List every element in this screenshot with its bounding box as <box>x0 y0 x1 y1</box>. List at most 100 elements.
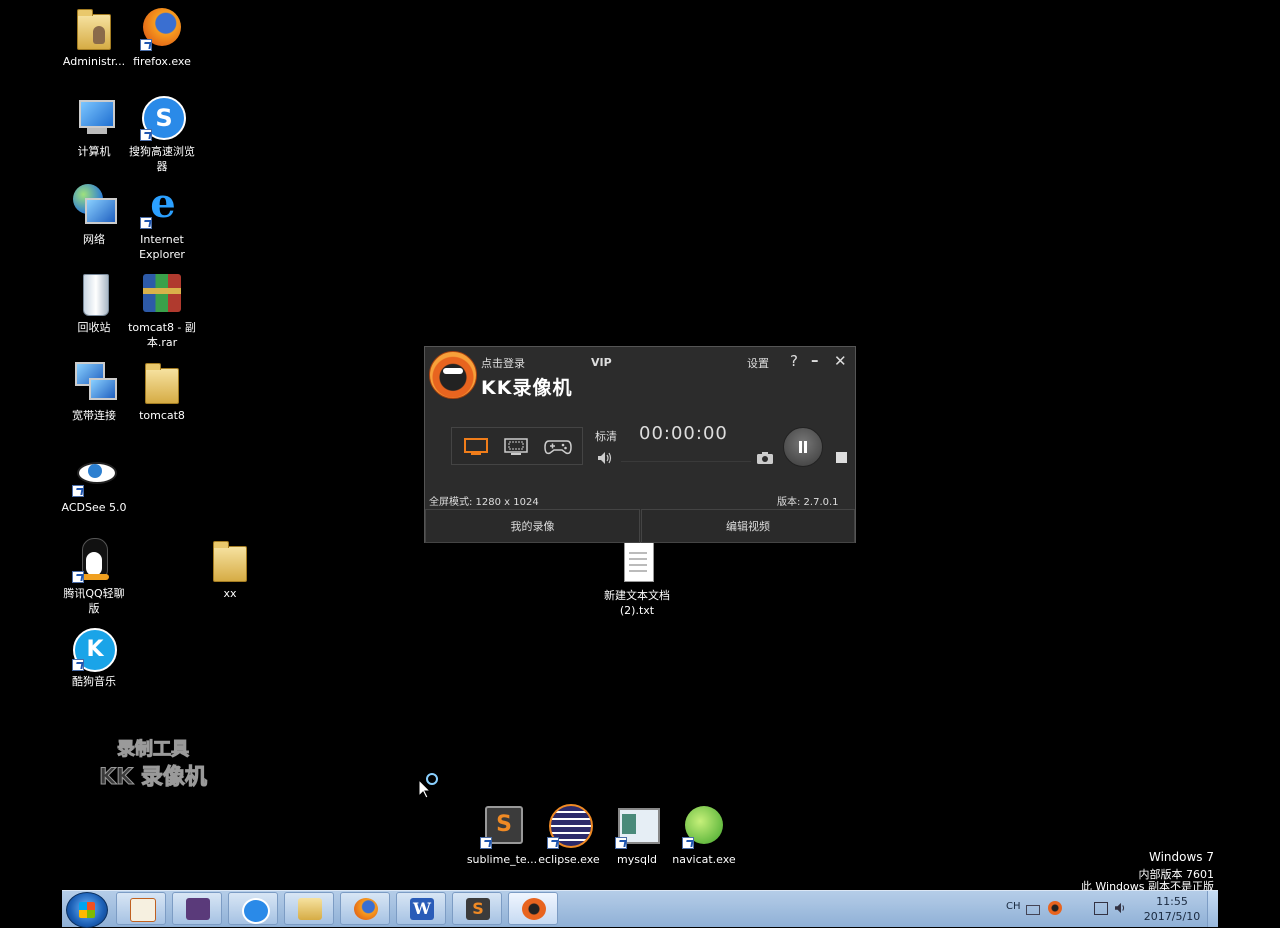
game-mode-icon[interactable] <box>544 438 572 456</box>
desktop-icon-qq[interactable]: 腾讯QQ轻聊版 <box>58 538 130 616</box>
taskbar-clock[interactable]: 11:55 2017/5/10 <box>1128 894 1216 924</box>
word-icon: W <box>410 898 434 920</box>
desktop-icon-label: 新建文本文档 (2).txt <box>604 589 670 617</box>
stop-button[interactable] <box>836 452 847 463</box>
taskbar-word[interactable]: W <box>396 892 446 925</box>
volume-tray-icon[interactable] <box>1114 902 1128 914</box>
desktop-icon-broadband[interactable]: 宽带连接 <box>58 360 130 423</box>
taskbar-explorer[interactable] <box>284 892 334 925</box>
text-file-icon <box>614 540 660 586</box>
sogou-browser-icon <box>242 898 270 924</box>
java-ee-ide-icon <box>186 898 210 920</box>
broadband-connection-icon <box>71 360 117 406</box>
eclipse-icon <box>546 804 593 850</box>
desktop-icon-label: xx <box>223 587 237 600</box>
acdsee-eye-icon <box>71 452 117 498</box>
desktop-icon-label: 宽带连接 <box>72 409 116 422</box>
timer-divider <box>621 461 751 462</box>
recording-mode-selector <box>451 427 583 465</box>
desktop-icon-firefox[interactable]: firefox.exe <box>126 6 198 69</box>
fullscreen-mode-info: 全屏模式: 1280 x 1024 <box>429 497 539 508</box>
desktop-icon-xx-folder[interactable]: xx <box>194 538 266 601</box>
minimize-button[interactable]: – <box>811 351 819 369</box>
winrar-archive-icon <box>139 272 185 318</box>
pause-button[interactable] <box>783 427 823 467</box>
screenshot-camera-icon[interactable] <box>756 451 774 465</box>
desktop-icon-tomcat8[interactable]: tomcat8 <box>126 360 198 423</box>
desktop-icon-acdsee[interactable]: ACDSee 5.0 <box>58 452 130 515</box>
desktop-icon-kugou[interactable]: K 酷狗音乐 <box>58 626 130 689</box>
navicat-icon <box>681 804 727 850</box>
taskbar-firefox[interactable] <box>340 892 390 925</box>
desktop-icon-label: 网络 <box>83 233 105 246</box>
kk-recorder-window[interactable]: 点击登录 VIP 设置 ? – ✕ KK录像机 标清 00:00:00 全屏模式… <box>424 346 856 543</box>
desktop-icon-ie[interactable]: e Internet Explorer <box>126 184 198 262</box>
desktop-icon-computer[interactable]: 计算机 <box>58 96 130 159</box>
shortcut-arrow-icon <box>480 837 492 849</box>
desktop-icon-sublime[interactable]: S sublime_te... <box>466 804 538 867</box>
taskbar-sogou[interactable] <box>228 892 278 925</box>
tray-language[interactable]: CH <box>1006 901 1021 912</box>
desktop-icon-sogou[interactable]: S 搜狗高速浏览器 <box>126 96 198 174</box>
desktop-icon-mysqld[interactable]: mysqld <box>601 804 673 867</box>
desktop-icon-label: Internet Explorer <box>139 233 185 261</box>
desktop-icon-administrator[interactable]: Administr... <box>58 6 130 69</box>
volume-icon[interactable] <box>597 451 613 465</box>
firefox-icon <box>139 6 185 52</box>
fullscreen-mode-icon[interactable] <box>464 438 488 456</box>
desktop-icon-eclipse[interactable]: eclipse.exe <box>533 804 605 867</box>
desktop-icon-recycle-bin[interactable]: 回收站 <box>58 272 130 335</box>
folder-icon <box>145 363 179 404</box>
desktop-icon-navicat[interactable]: navicat.exe <box>668 804 740 867</box>
sublime-text-icon: S <box>466 898 490 920</box>
mysqld-window-icon <box>614 804 660 850</box>
version-info: 版本: 2.7.0.1 <box>777 497 839 508</box>
my-recordings-button[interactable]: 我的录像 <box>425 509 640 543</box>
start-button[interactable] <box>66 892 108 928</box>
taskbar-kk-recorder[interactable] <box>508 892 558 925</box>
desktop-icon-label: tomcat8 - 副本.rar <box>128 321 196 349</box>
network-tray-icon[interactable] <box>1094 902 1108 915</box>
desktop-icon-label: firefox.exe <box>133 55 191 68</box>
close-button[interactable]: ✕ <box>834 352 847 370</box>
sogou-browser-icon: S <box>139 96 186 142</box>
taskbar-sublime[interactable]: S <box>452 892 502 925</box>
shortcut-arrow-icon <box>140 39 152 51</box>
edit-video-button[interactable]: 编辑视频 <box>641 509 855 543</box>
folder-icon <box>213 541 247 582</box>
taskbar-java-ee-ide[interactable] <box>172 892 222 925</box>
desktop-icon-label: Administr... <box>62 55 126 68</box>
kk-logo-icon <box>522 898 546 920</box>
desktop-icon-label: 酷狗音乐 <box>72 675 116 688</box>
settings-button[interactable]: 设置 <box>747 355 769 371</box>
desktop-icon-network[interactable]: 网络 <box>58 184 130 247</box>
shortcut-arrow-icon <box>72 485 84 497</box>
help-button[interactable]: ? <box>790 352 798 370</box>
desktop-icon-label: navicat.exe <box>672 853 736 866</box>
desktop-icon-text-file[interactable]: 新建文本文档 (2).txt <box>601 540 673 618</box>
shortcut-arrow-icon <box>547 837 559 849</box>
vip-badge[interactable]: VIP <box>591 356 612 369</box>
app-title: KK录像机 <box>481 377 573 399</box>
windows-version-text: Windows 7 <box>1148 850 1214 864</box>
taskbar-java[interactable] <box>116 892 166 925</box>
login-link[interactable]: 点击登录 <box>481 355 525 371</box>
clock-date: 2017/5/10 <box>1143 910 1201 923</box>
watermark-line1: 录制工具 <box>117 739 190 761</box>
kk-tray-icon[interactable] <box>1048 901 1062 915</box>
show-desktop-button[interactable] <box>1207 891 1218 927</box>
desktop-icon-label: eclipse.exe <box>538 853 600 866</box>
keyboard-icon[interactable] <box>1026 905 1040 915</box>
region-mode-icon[interactable] <box>504 438 528 456</box>
internet-explorer-icon: e <box>139 184 185 230</box>
desktop-icon-tomcat-rar[interactable]: tomcat8 - 副本.rar <box>126 272 198 350</box>
qq-penguin-icon <box>71 538 117 584</box>
shortcut-arrow-icon <box>615 837 627 849</box>
kugou-music-icon: K <box>71 626 117 672</box>
shortcut-arrow-icon <box>682 837 694 849</box>
quality-selector[interactable]: 标清 <box>595 428 617 444</box>
java-icon <box>130 898 156 922</box>
clock-time: 11:55 <box>1156 895 1188 908</box>
mouse-cursor-busy-icon <box>418 773 438 798</box>
desktop-icon-label: 搜狗高速浏览器 <box>129 145 195 173</box>
